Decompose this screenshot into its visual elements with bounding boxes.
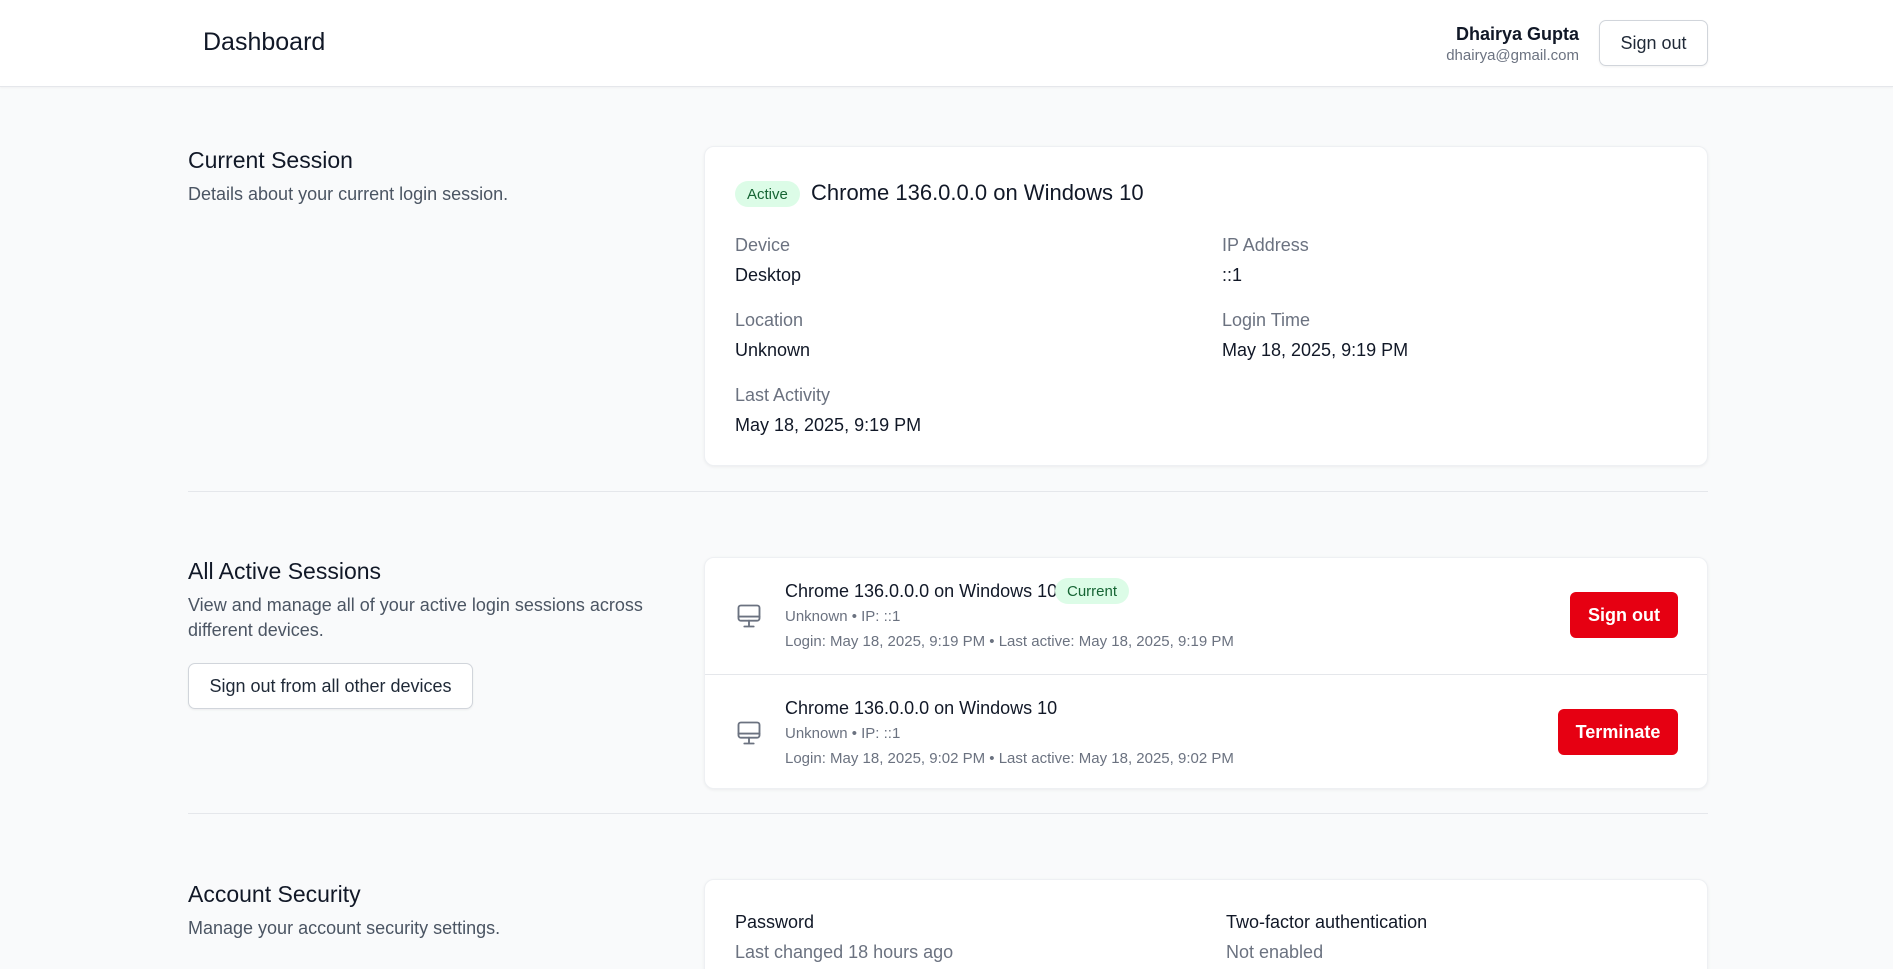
monitor-icon — [737, 721, 761, 745]
password-status: Last changed 18 hours ago — [735, 942, 954, 962]
device-value: Desktop — [735, 265, 802, 285]
section-divider — [188, 813, 1708, 814]
current-session-card: Active Chrome 136.0.0.0 on Windows 10 De… — [704, 146, 1708, 466]
user-name: Dhairya Gupta — [1455, 24, 1579, 44]
monitor-icon — [737, 604, 761, 628]
login-time-label: Login Time — [1222, 310, 1311, 330]
current-badge: Current — [1055, 578, 1130, 604]
terminate-session-button[interactable]: Terminate — [1558, 709, 1678, 755]
account-security-card: Password Last changed 18 hours ago Two-f… — [704, 879, 1708, 969]
page-title: Dashboard — [203, 28, 326, 56]
user-email: dhairya@gmail.com — [1446, 47, 1579, 64]
device-label: Device — [735, 235, 791, 255]
active-sessions-description: View and manage all of your active login… — [188, 595, 643, 640]
last-activity-label: Last Activity — [735, 385, 831, 405]
session-times: Login: May 18, 2025, 9:19 PM • Last acti… — [785, 633, 1234, 650]
section-divider — [188, 491, 1708, 492]
account-security-description: Manage your account security settings. — [188, 918, 501, 938]
session-name: Chrome 136.0.0.0 on Windows 10 — [785, 581, 1058, 601]
top-bar: Dashboard Dhairya Gupta dhairya@gmail.co… — [0, 0, 1893, 87]
session-location-ip: Unknown • IP: ::1 — [785, 725, 901, 742]
session-row: Chrome 136.0.0.0 on Windows 10 Unknown •… — [705, 674, 1707, 790]
active-sessions-title: All Active Sessions — [188, 558, 382, 584]
current-session-description: Details about your current login session… — [188, 184, 509, 204]
current-session-name: Chrome 136.0.0.0 on Windows 10 — [811, 180, 1144, 205]
session-times: Login: May 18, 2025, 9:02 PM • Last acti… — [785, 750, 1234, 767]
session-row: Chrome 136.0.0.0 on Windows 10 Current U… — [705, 558, 1707, 674]
two-factor-status: Not enabled — [1226, 942, 1324, 962]
ip-address-label: IP Address — [1222, 235, 1309, 255]
location-value: Unknown — [735, 340, 811, 360]
ip-address-value: ::1 — [1222, 265, 1243, 285]
sign-out-all-devices-button[interactable]: Sign out from all other devices — [188, 663, 473, 709]
current-session-title: Current Session — [188, 147, 353, 173]
active-sessions-card: Chrome 136.0.0.0 on Windows 10 Current U… — [704, 557, 1708, 789]
header-sign-out-button[interactable]: Sign out — [1599, 20, 1708, 66]
sign-out-session-button[interactable]: Sign out — [1570, 592, 1678, 638]
location-label: Location — [735, 310, 804, 330]
login-time-value: May 18, 2025, 9:19 PM — [1222, 340, 1409, 360]
session-name: Chrome 136.0.0.0 on Windows 10 — [785, 698, 1058, 718]
last-activity-value: May 18, 2025, 9:19 PM — [735, 415, 922, 435]
status-badge: Active — [735, 181, 800, 207]
account-security-title: Account Security — [188, 881, 361, 907]
password-label: Password — [735, 912, 815, 932]
two-factor-label: Two-factor authentication — [1226, 912, 1428, 932]
user-info: Dhairya Gupta dhairya@gmail.com — [1446, 22, 1579, 66]
session-location-ip: Unknown • IP: ::1 — [785, 608, 901, 625]
